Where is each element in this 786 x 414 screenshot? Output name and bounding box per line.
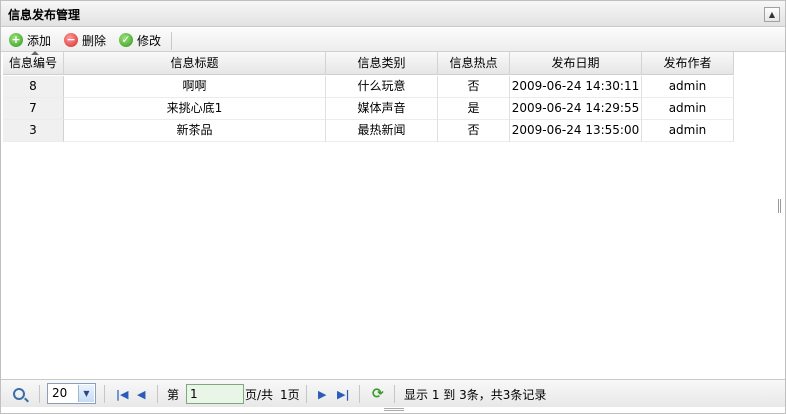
search-button[interactable] xyxy=(13,386,25,402)
column-header-author[interactable]: 发布作者 xyxy=(642,52,734,75)
cell-author: admin xyxy=(642,98,734,120)
refresh-icon: ⟳ xyxy=(372,386,384,402)
delete-button-label: 删除 xyxy=(82,33,107,48)
delete-button[interactable]: − 删除 xyxy=(64,32,106,48)
table-row[interactable]: 8 啊啊 什么玩意 否 2009-06-24 14:30:11 admin xyxy=(3,76,734,98)
table-row[interactable]: 3 新茶品 最热新闻 否 2009-06-24 13:55:00 admin xyxy=(3,120,734,142)
pager-separator xyxy=(39,385,40,403)
next-page-icon: ▶ xyxy=(318,387,327,401)
cell-title: 啊啊 xyxy=(64,76,326,98)
cell-id: 7 xyxy=(3,98,64,120)
column-header-title[interactable]: 信息标题 xyxy=(64,52,326,75)
next-page-button[interactable]: ▶ xyxy=(318,386,326,402)
total-pages-label: 1页 xyxy=(280,387,300,402)
add-button[interactable]: + 添加 xyxy=(9,32,51,48)
cell-category: 媒体声音 xyxy=(326,98,438,120)
add-button-label: 添加 xyxy=(27,33,52,48)
first-page-button[interactable]: |◀ xyxy=(116,386,128,402)
cell-date: 2009-06-24 14:30:11 xyxy=(510,76,642,98)
cell-author: admin xyxy=(642,76,734,98)
cell-hot: 否 xyxy=(438,120,510,142)
table-row[interactable]: 7 来挑心底1 媒体声音 是 2009-06-24 14:29:55 admin xyxy=(3,98,734,120)
edit-check-icon: ✓ xyxy=(119,33,133,47)
resize-grip-icon[interactable] xyxy=(778,199,781,213)
last-page-button[interactable]: ▶| xyxy=(337,386,349,402)
column-header-date[interactable]: 发布日期 xyxy=(510,52,642,75)
cell-title: 来挑心底1 xyxy=(64,98,326,120)
add-icon: + xyxy=(9,33,23,47)
last-page-icon: ▶| xyxy=(337,387,350,401)
cell-date: 2009-06-24 14:29:55 xyxy=(510,98,642,120)
panel-title: 信息发布管理 xyxy=(8,8,81,22)
pager-separator xyxy=(359,385,360,403)
chevron-down-icon: ▼ xyxy=(78,385,94,402)
edit-button-label: 修改 xyxy=(137,33,162,48)
page-prefix-label: 第 xyxy=(167,387,180,402)
pagination-bar: 20 ▼ |◀ ◀ 第 1 页/共 1页 ▶ ▶| ⟳ 显示 1 到 3条，共3… xyxy=(1,379,785,407)
cell-hot: 否 xyxy=(438,76,510,98)
pager-separator xyxy=(306,385,307,403)
column-header-category[interactable]: 信息类别 xyxy=(326,52,438,75)
edit-button[interactable]: ✓ 修改 xyxy=(119,32,161,48)
prev-page-button[interactable]: ◀ xyxy=(137,386,145,402)
cell-hot: 是 xyxy=(438,98,510,120)
bottom-resize-handle[interactable] xyxy=(384,408,404,411)
delete-icon: − xyxy=(64,33,78,47)
pager-separator xyxy=(104,385,105,403)
pager-separator xyxy=(394,385,395,403)
info-publish-panel: 信息发布管理 ▲ + 添加 − 删除 ✓ 修改 信息编号 信息标题 信息类别 信… xyxy=(0,0,786,414)
grid-header: 信息编号 信息标题 信息类别 信息热点 发布日期 发布作者 xyxy=(3,51,734,75)
pager-separator xyxy=(157,385,158,403)
collapse-button[interactable]: ▲ xyxy=(764,7,780,22)
refresh-button[interactable]: ⟳ xyxy=(372,386,384,402)
current-page-input[interactable]: 1 xyxy=(186,384,244,404)
page-suffix-label: 页/共 xyxy=(245,387,274,402)
column-header-hot[interactable]: 信息热点 xyxy=(438,52,510,75)
cell-author: admin xyxy=(642,120,734,142)
cell-date: 2009-06-24 13:55:00 xyxy=(510,120,642,142)
prev-page-icon: ◀ xyxy=(137,387,146,401)
cell-id: 8 xyxy=(3,76,64,98)
toolbar-separator xyxy=(171,32,172,50)
page-size-value: 20 xyxy=(52,386,68,400)
sort-arrow-icon xyxy=(31,51,39,55)
cell-title: 新茶品 xyxy=(64,120,326,142)
page-size-select[interactable]: 20 ▼ xyxy=(47,383,96,404)
cell-category: 最热新闻 xyxy=(326,120,438,142)
cell-category: 什么玩意 xyxy=(326,76,438,98)
cell-id: 3 xyxy=(3,120,64,142)
toolbar: + 添加 − 删除 ✓ 修改 xyxy=(1,28,785,52)
display-info: 显示 1 到 3条，共3条记录 xyxy=(404,387,547,402)
panel-title-bar: 信息发布管理 ▲ xyxy=(1,1,785,27)
search-icon xyxy=(13,388,25,400)
first-page-icon: |◀ xyxy=(116,387,129,401)
column-header-id[interactable]: 信息编号 xyxy=(3,51,64,75)
